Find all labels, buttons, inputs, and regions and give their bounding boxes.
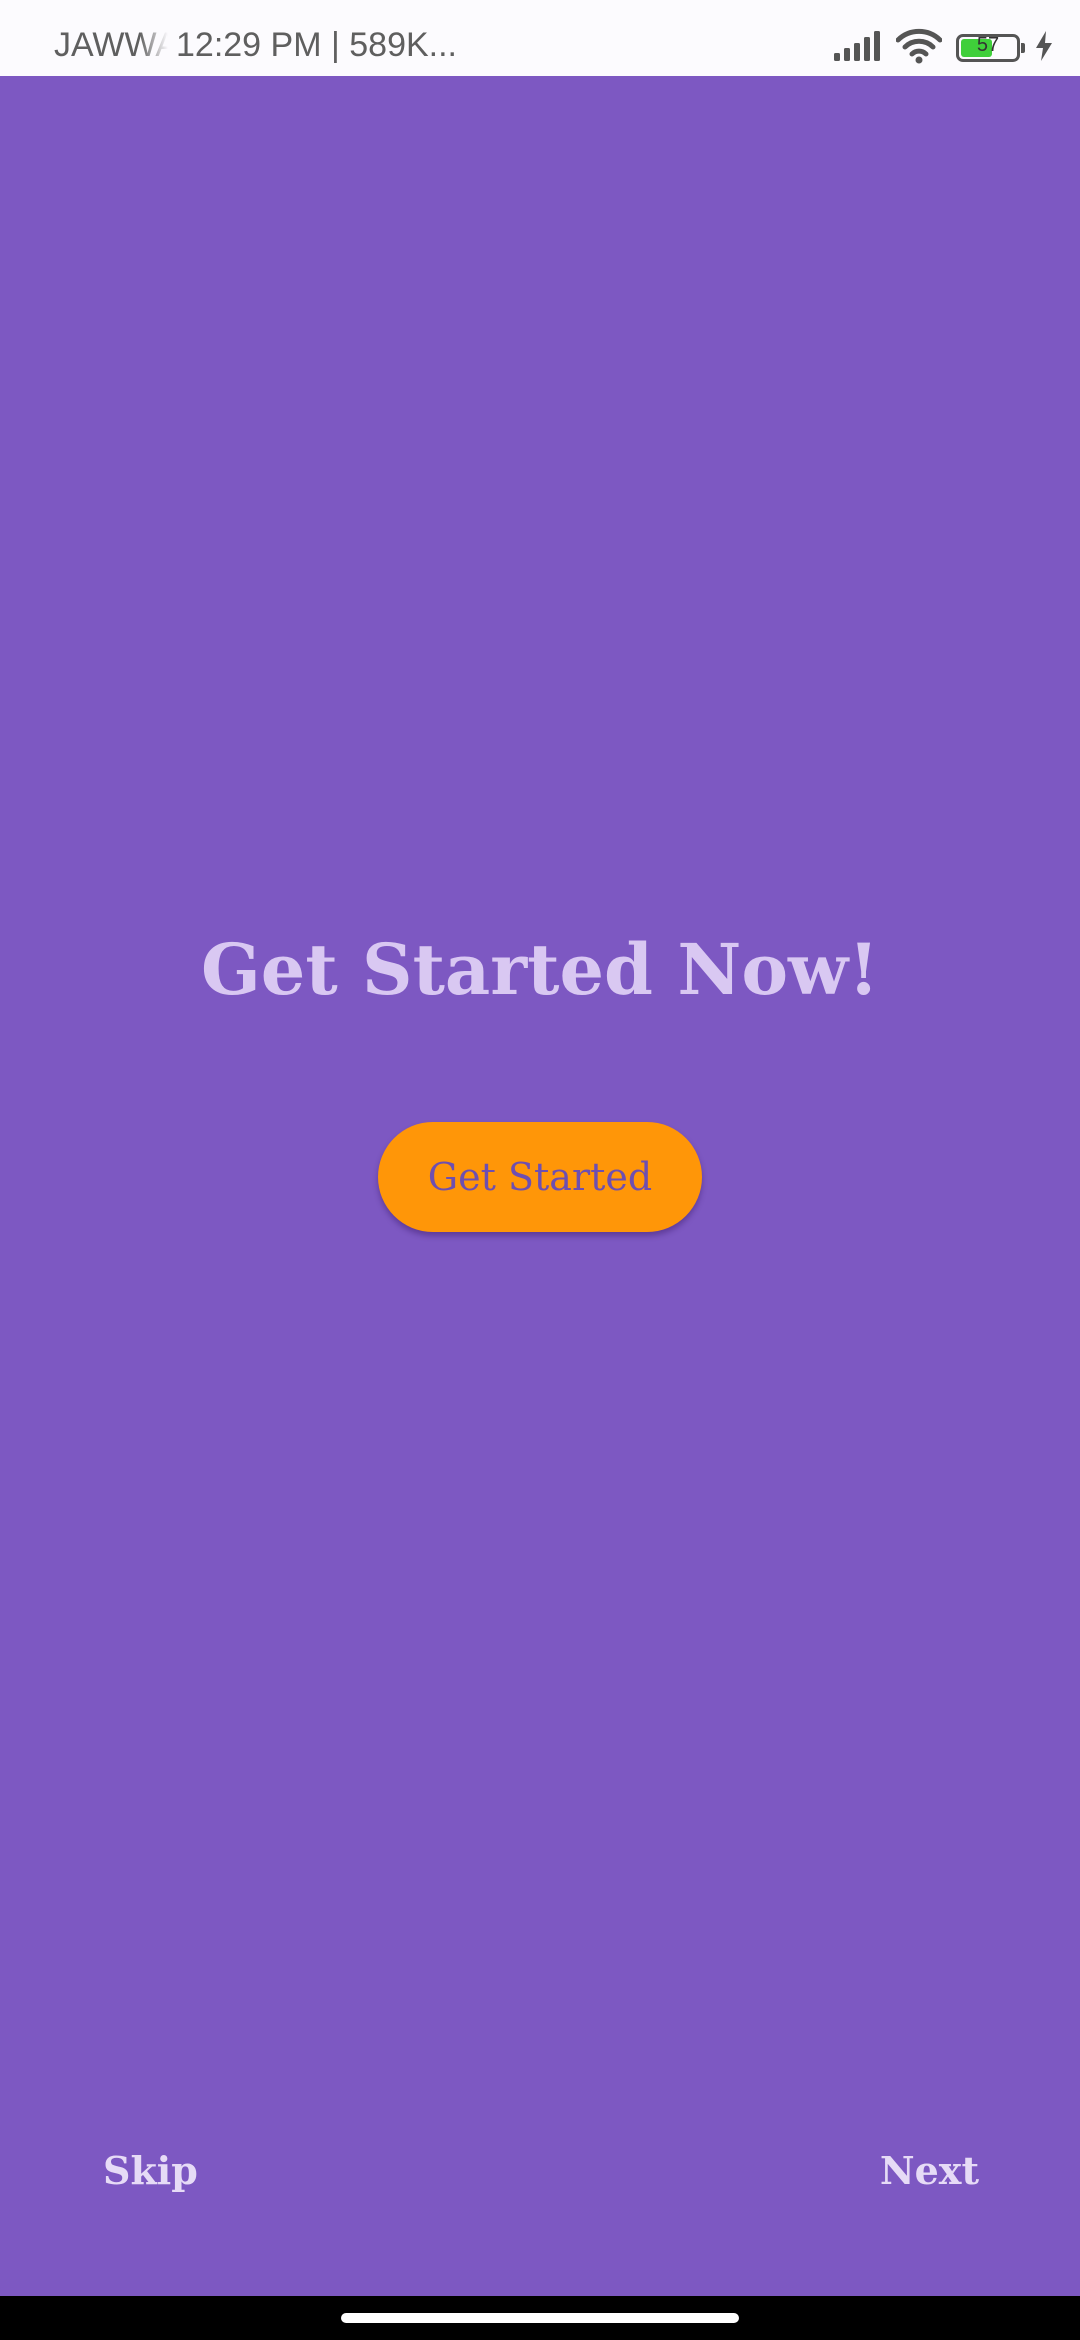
get-started-button[interactable]: Get Started [378,1122,702,1232]
navigation-bar [0,2296,1080,2340]
carrier-name: JAWWAL [54,26,168,64]
status-time: 12:29 PM | 589K... [176,26,457,64]
battery-level: 57 [976,34,1000,56]
signal-icon [834,30,882,66]
get-started-label: Get Started [427,1155,653,1199]
page-title: Get Started Now! [201,928,879,1011]
next-button[interactable]: Next [880,2148,979,2193]
skip-button[interactable]: Skip [103,2148,198,2193]
wifi-icon [895,28,943,69]
status-left: JAWWAL12:29 PM | 589K... [54,26,457,65]
charging-icon [1034,30,1054,66]
status-bar: JAWWAL12:29 PM | 589K... [0,0,1080,76]
status-icons: 57 [834,28,1054,68]
onboarding-screen: JAWWAL12:29 PM | 589K... [0,0,1080,2340]
home-indicator[interactable] [341,2313,739,2323]
battery-icon: 57 [956,34,1025,62]
